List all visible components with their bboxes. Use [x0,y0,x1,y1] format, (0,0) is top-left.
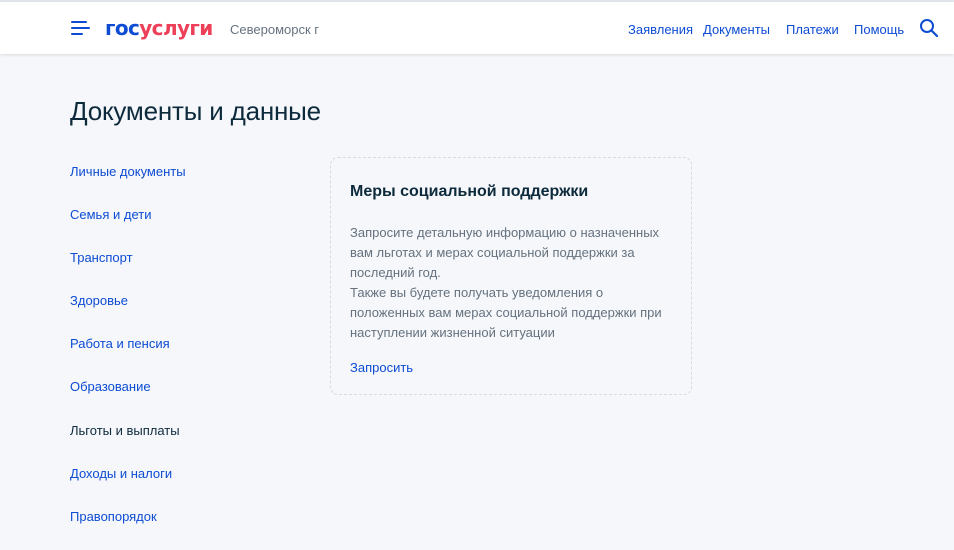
sidebar-item-benefits[interactable]: Льготы и выплаты [70,423,180,439]
top-nav: Заявления Документы Платежи Помощь [0,22,954,38]
sidebar-item-health[interactable]: Здоровье [70,293,128,309]
page-title: Документы и данные [70,96,321,126]
sidebar-item-income-taxes[interactable]: Доходы и налоги [70,466,172,482]
card-description: Запросите детальную информацию о назначе… [350,223,680,343]
nav-documents[interactable]: Документы [703,22,770,38]
search-icon[interactable] [919,18,939,38]
sidebar-item-family[interactable]: Семья и дети [70,207,151,223]
card-text-2: Также вы будете получать уведомления о п… [350,285,662,340]
social-support-card: Меры социальной поддержки Запросите дета… [330,157,692,395]
site-header: госуслуги Североморск г Заявления Докуме… [0,2,954,54]
sidebar-item-transport[interactable]: Транспорт [70,250,133,266]
nav-help[interactable]: Помощь [854,22,904,38]
sidebar-item-work-pension[interactable]: Работа и пенсия [70,336,170,352]
nav-applications[interactable]: Заявления [628,22,693,38]
request-link[interactable]: Запросить [350,360,413,376]
card-title: Меры социальной поддержки [350,183,589,200]
nav-payments[interactable]: Платежи [786,22,839,38]
card-text-1: Запросите детальную информацию о назначе… [350,225,660,280]
sidebar-item-law[interactable]: Правопорядок [70,509,157,525]
sidebar-item-personal-documents[interactable]: Личные документы [70,164,186,180]
sidebar-item-education[interactable]: Образование [70,379,151,395]
